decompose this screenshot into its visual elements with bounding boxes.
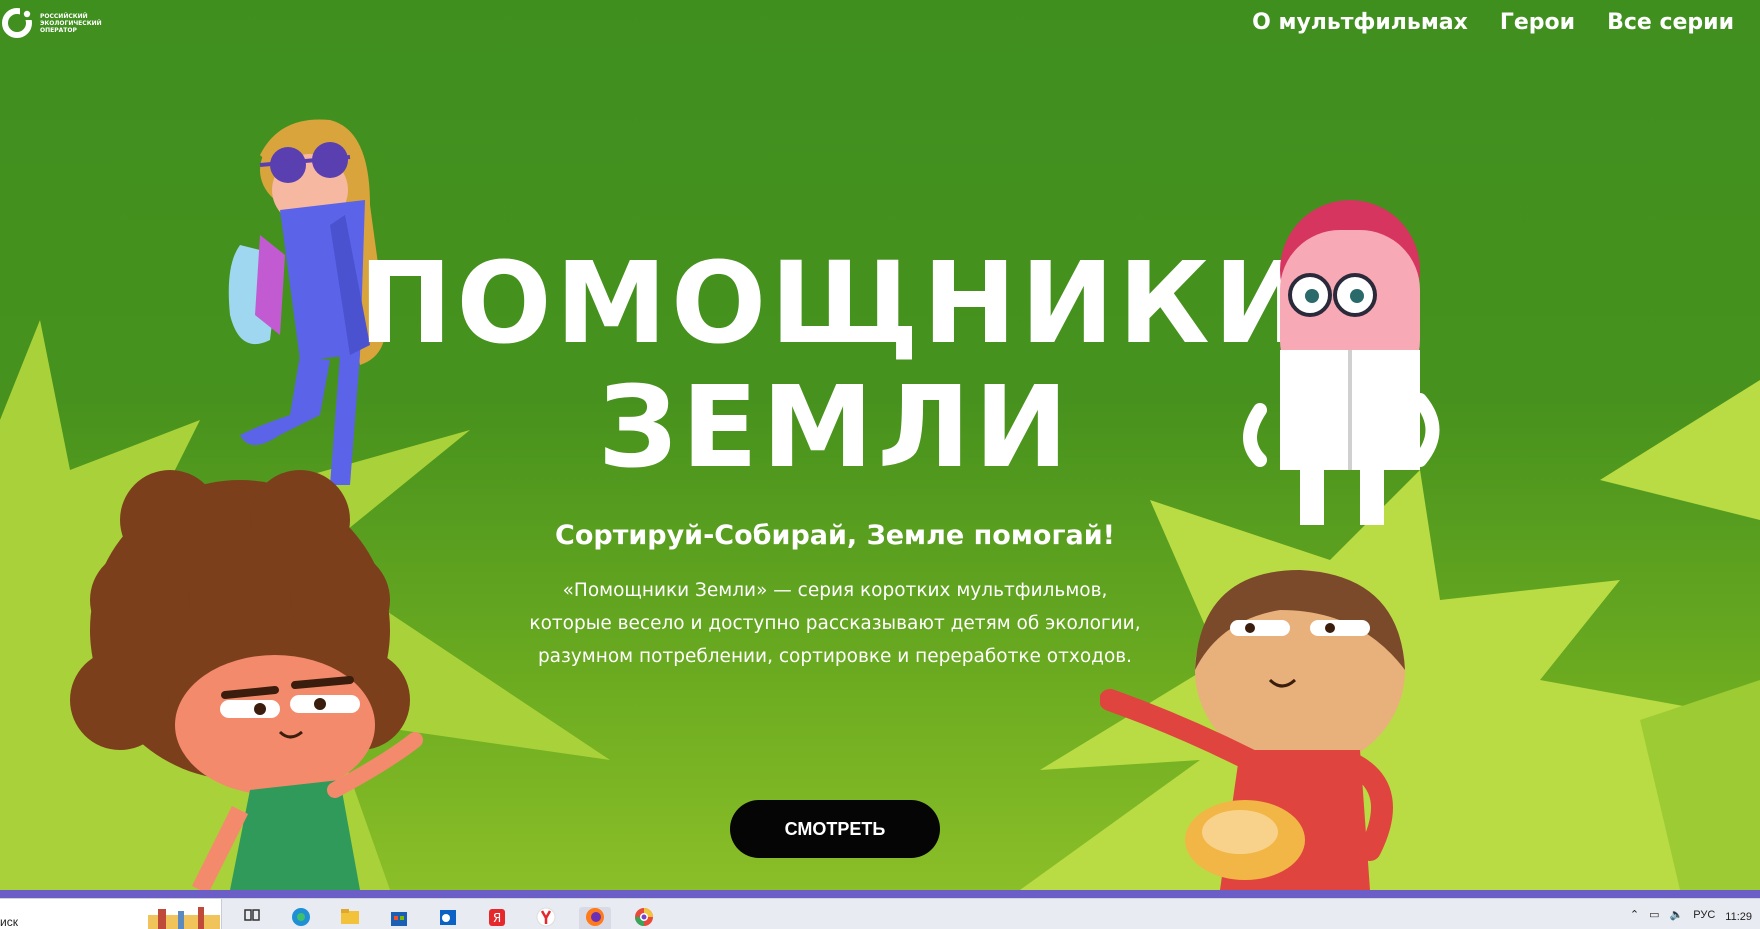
svg-text:Я: Я: [493, 911, 501, 925]
main-nav: О мультфильмах Герои Все серии: [1252, 10, 1734, 35]
outlook-icon[interactable]: [432, 907, 464, 929]
clock-time: 11:29: [1725, 911, 1752, 923]
taskbar-search-text: иск: [0, 915, 18, 929]
task-view-icon[interactable]: [236, 907, 268, 929]
clock[interactable]: 11:29: [1725, 911, 1752, 924]
nav-all-episodes[interactable]: Все серии: [1607, 10, 1734, 35]
logo-ring-icon: [2, 6, 34, 38]
logo-text: Российский экологический оператор: [40, 12, 102, 34]
language-indicator[interactable]: РУС: [1693, 909, 1715, 921]
watch-button[interactable]: СМОТРЕТЬ: [730, 800, 940, 858]
chevron-up-icon[interactable]: ⌃: [1630, 908, 1639, 921]
chrome-like-icon[interactable]: [628, 907, 660, 929]
taskbar-search-box[interactable]: иск: [0, 899, 222, 929]
logo[interactable]: Российский экологический оператор: [0, 6, 102, 40]
volume-icon[interactable]: 🔈: [1670, 908, 1684, 921]
nav-about[interactable]: О мультфильмах: [1252, 10, 1468, 35]
hero-section: Российский экологический оператор О муль…: [0, 0, 1760, 890]
yandex-icon[interactable]: [530, 907, 562, 929]
file-explorer-icon[interactable]: [334, 907, 366, 929]
store-icon[interactable]: [383, 907, 415, 929]
hero-description: «Помощники Земли» — серия коротких мульт…: [529, 580, 1141, 667]
network-icon[interactable]: ▭: [1649, 908, 1659, 921]
page: Российский экологический оператор О муль…: [0, 0, 1760, 929]
character-pointing-boy: [1100, 570, 1405, 890]
character-pink-glasses: [1243, 200, 1440, 525]
search-highlight-icon: [148, 907, 220, 929]
hero-slogan: Сортируй-Собирай, Земле помогай!: [555, 520, 1115, 551]
nav-heroes[interactable]: Герои: [1500, 10, 1575, 35]
taskbar-apps: Я: [236, 907, 660, 929]
taskbar-accent-bar: [0, 890, 1760, 898]
edge-icon[interactable]: [285, 907, 317, 929]
firefox-icon[interactable]: [579, 907, 611, 929]
yandex-browser-icon[interactable]: Я: [481, 907, 513, 929]
windows-taskbar: иск Я ⌃ ▭ 🔈 РУС 11:29: [0, 898, 1760, 929]
system-tray: ⌃ ▭ 🔈 РУС 11:29: [1630, 899, 1760, 929]
